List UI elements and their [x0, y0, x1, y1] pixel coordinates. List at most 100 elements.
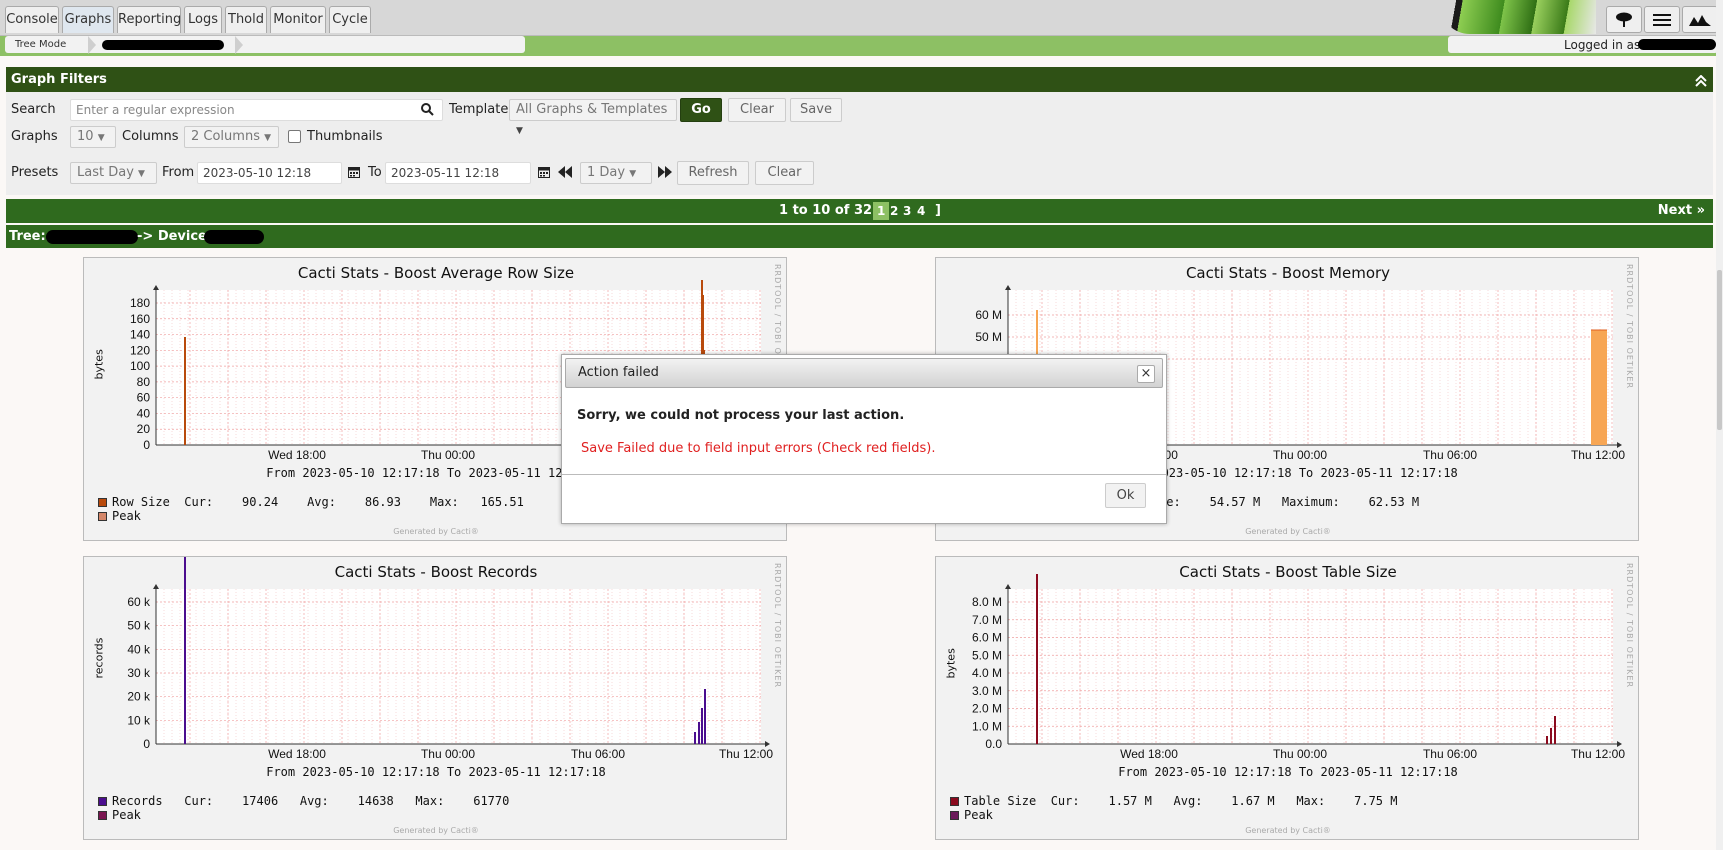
columns-select[interactable]: 2 Columns ▼: [184, 126, 279, 148]
pagination-bar: 1 to 10 of 32 [ 1 2 3 4 ] Next »: [6, 199, 1713, 223]
y-tick-label: 30 k: [127, 666, 151, 680]
pagination-info: 1 to 10 of 32 [: [779, 203, 883, 218]
redacted-tree-name: [46, 230, 138, 244]
x-tick-label: Wed 18:00: [1120, 747, 1178, 761]
close-icon[interactable]: ×: [1137, 365, 1155, 383]
y-tick-label: 140: [130, 328, 150, 342]
page-1-link[interactable]: 1: [873, 202, 890, 220]
tab-monitor[interactable]: Monitor: [270, 6, 326, 33]
x-tick-label: Wed 18:00: [268, 448, 326, 462]
page-4-link[interactable]: 4: [917, 202, 925, 220]
y-tick-label: 160: [130, 312, 150, 326]
breadcrumb-bar: Tree Mode Logged in as: [0, 36, 1723, 56]
rrdtool-credit: RRDTOOL / TOBI OETIKER: [1625, 563, 1634, 689]
graphs-select[interactable]: 10 ▼: [70, 126, 116, 148]
timespan-select[interactable]: 1 Day ▼: [580, 162, 652, 184]
next-page-link[interactable]: Next »: [1658, 199, 1705, 223]
scrollbar[interactable]: [1716, 0, 1723, 850]
timespan-value: 1 Day: [587, 165, 626, 180]
y-tick-label: 50 M: [975, 330, 1002, 344]
graph-boost-records[interactable]: Cacti Stats - Boost Records 60 k 50 k 40 k3…: [83, 556, 787, 840]
calendar-icon[interactable]: [538, 166, 550, 181]
y-axis-label: bytes: [92, 349, 106, 380]
graph-boost-table-size[interactable]: Cacti Stats - Boost Table Size 8.0 M 7.0 M…: [935, 556, 1639, 840]
data-bar: [698, 722, 700, 744]
legend-swatch: [950, 797, 959, 806]
ok-button[interactable]: Ok: [1105, 483, 1146, 508]
action-failed-dialog: Action failed × Sorry, we could not proc…: [561, 354, 1167, 524]
logged-in-label: Logged in as: [1564, 38, 1641, 52]
search-input[interactable]: Enter a regular expression: [70, 99, 443, 121]
breadcrumb-separator: [88, 36, 96, 54]
y-tick-label: 100: [130, 359, 150, 373]
plot-area: [156, 589, 761, 744]
clear-button[interactable]: Clear: [728, 98, 786, 122]
legend-peak: Peak: [98, 509, 141, 523]
graph-generated-by: Generated by Cacti®: [1245, 826, 1331, 835]
rrdtool-credit: RRDTOOL / TOBI OETIKER: [1625, 264, 1634, 390]
data-bar: [1546, 736, 1548, 744]
graph-generated-by: Generated by Cacti®: [1245, 527, 1331, 536]
axis-arrow: [1005, 584, 1011, 589]
graph-generated-by: Generated by Cacti®: [393, 826, 479, 835]
tab-logs[interactable]: Logs: [184, 6, 222, 33]
y-tick-label: 50 k: [127, 619, 151, 633]
template-select[interactable]: All Graphs & Templates ▼: [509, 99, 677, 136]
scrollbar-thumb[interactable]: [1717, 270, 1722, 430]
breadcrumb-tree-mode[interactable]: Tree Mode: [15, 39, 66, 50]
y-tick-label: 0: [143, 438, 150, 452]
tab-reporting[interactable]: Reporting: [117, 6, 181, 33]
legend-swatch: [98, 811, 107, 820]
shift-right-icon[interactable]: [658, 166, 672, 181]
graph-time-range: From 2023-05-10 12:17:18 To 2023-05-11 1…: [266, 765, 606, 779]
legend-swatch: [950, 811, 959, 820]
breadcrumb: Tree Mode: [5, 36, 525, 54]
calendar-icon[interactable]: [348, 166, 360, 181]
top-navigation: Console Graphs Reporting Logs Thold Moni…: [0, 0, 1723, 36]
cacti-logo: [1440, 0, 1596, 34]
page-3-link[interactable]: 3: [903, 202, 911, 220]
x-tick-label: Thu 12:00: [1571, 448, 1625, 462]
preview-icon[interactable]: [1682, 6, 1718, 33]
thumbnails-checkbox[interactable]: [288, 130, 301, 143]
y-tick-label: 7.0 M: [972, 613, 1002, 627]
y-tick-label: 3.0 M: [972, 684, 1002, 698]
y-axis-label: records: [92, 637, 106, 679]
go-button[interactable]: Go: [680, 98, 722, 122]
data-bar: [1550, 728, 1552, 744]
presets-select[interactable]: Last Day ▼: [70, 162, 157, 184]
save-button[interactable]: Save: [790, 98, 842, 122]
list-icon[interactable]: [1644, 6, 1680, 33]
tab-cycle[interactable]: Cycle: [329, 6, 371, 33]
y-tick-label: 60: [137, 391, 151, 405]
redacted-text: [102, 40, 224, 50]
tab-console[interactable]: Console: [5, 6, 59, 33]
page-2-link[interactable]: 2: [890, 202, 898, 220]
y-tick-label: 10 k: [127, 713, 151, 727]
shift-left-icon[interactable]: [558, 166, 572, 181]
x-tick-label: Thu 00:00: [1273, 448, 1327, 462]
refresh-button[interactable]: Refresh: [677, 161, 749, 185]
clear-dates-button[interactable]: Clear: [755, 161, 814, 185]
tab-graphs[interactable]: Graphs: [62, 6, 114, 33]
collapse-icon[interactable]: [1695, 71, 1707, 96]
redacted-username[interactable]: [1638, 39, 1716, 50]
tab-thold[interactable]: Thold: [225, 6, 267, 33]
y-axis-label: bytes: [944, 648, 958, 679]
chevron-down-icon: ▼: [264, 133, 272, 143]
dialog-title: Action failed: [578, 365, 659, 380]
chevron-down-icon: ▼: [629, 169, 637, 179]
data-bar: [694, 732, 696, 744]
thumbnails-label: Thumbnails: [307, 129, 383, 144]
x-tick-label: Thu 00:00: [421, 448, 475, 462]
chevron-down-icon: ▼: [516, 126, 523, 136]
search-icon[interactable]: [421, 103, 434, 119]
from-input[interactable]: 2023-05-10 12:18: [197, 162, 342, 184]
x-tick-label: Thu 06:00: [1423, 747, 1477, 761]
graph-generated-by: Generated by Cacti®: [393, 527, 479, 536]
pagination-close: ]: [935, 203, 941, 218]
tree-icon[interactable]: [1606, 6, 1642, 33]
y-tick-label: 60 k: [127, 595, 151, 609]
graphs-value: 10: [77, 129, 94, 144]
to-input[interactable]: 2023-05-11 12:18: [385, 162, 531, 184]
